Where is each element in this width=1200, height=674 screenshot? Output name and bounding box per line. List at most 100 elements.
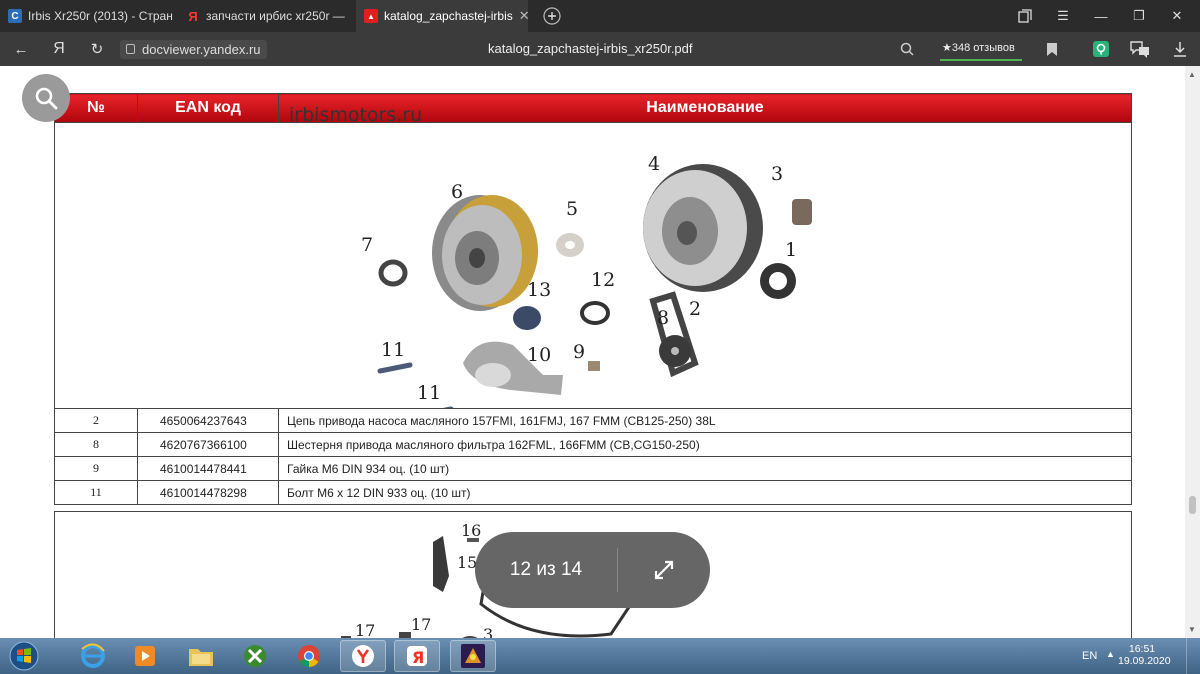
menu-button[interactable]: ☰: [1044, 0, 1082, 32]
taskbar-xbox-app[interactable]: [232, 640, 278, 672]
close-icon: ✕: [1171, 8, 1183, 23]
tab-label: запчасти ирбис xr250r —: [206, 9, 345, 23]
taskbar-chrome[interactable]: [286, 640, 332, 672]
shield-icon: [1093, 41, 1109, 57]
watermark-text: irbismotors.ru: [289, 104, 423, 126]
spacer-row: [54, 504, 1132, 512]
minimize-button[interactable]: —: [1082, 0, 1120, 32]
cell-name: Гайка М6 DIN 934 оц. (10 шт): [278, 456, 1132, 481]
internet-explorer-icon: [81, 643, 105, 668]
yandex-home-button[interactable]: Я: [46, 32, 72, 66]
bushing-part: [792, 199, 812, 225]
reviews-badge[interactable]: ★348 отзывов: [940, 39, 1022, 61]
clutch-parts-diagram: 4 3 6 5 1 7 12 13 2 8 11 10 9 11: [361, 153, 812, 408]
callout-7: 7: [361, 234, 373, 256]
language-indicator[interactable]: EN: [1082, 650, 1097, 662]
callout-2: 2: [689, 298, 701, 320]
callout-6: 6: [451, 181, 463, 203]
callout-9: 9: [573, 341, 585, 363]
fullscreen-button[interactable]: [618, 558, 710, 582]
protect-button[interactable]: [1090, 32, 1112, 66]
tab-irbis-page[interactable]: C Irbis Xr250r (2013) - Стран: [0, 0, 176, 32]
callout-3: 3: [771, 163, 783, 185]
minimize-icon: —: [1094, 8, 1108, 24]
callout-10: 10: [527, 344, 551, 366]
taskbar-explorer[interactable]: [178, 640, 224, 672]
diagram-row: 4 3 6 5 1 7 12 13 2 8 11 10 9 11: [54, 122, 1132, 409]
washer-part: [556, 233, 584, 257]
windows-start-icon: [9, 641, 39, 671]
tab-pdf-catalog[interactable]: ▲ katalog_zapchastej-irbis ✕: [356, 0, 528, 32]
url-domain: docviewer.yandex.ru: [142, 42, 261, 57]
tray-expand-icon[interactable]: ▲: [1106, 649, 1115, 659]
table-header-row: № EAN код Наименование: [54, 93, 1132, 123]
page-search-button[interactable]: [896, 32, 918, 66]
taskbar-yandex[interactable]: Я: [394, 640, 440, 672]
new-tab-button[interactable]: [533, 0, 571, 32]
cell-num: 9: [54, 456, 138, 481]
taskbar-ie[interactable]: [70, 640, 116, 672]
callout-5: 5: [566, 198, 578, 220]
scrollbar-thumb[interactable]: [1189, 496, 1196, 514]
cell-ean: 4650064237643: [137, 408, 279, 433]
yandex-icon: Я: [407, 646, 427, 667]
clock-time: 16:51: [1128, 643, 1156, 655]
diagram-cell: 4 3 6 5 1 7 12 13 2 8 11 10 9 11: [54, 122, 1132, 409]
close-window-button[interactable]: ✕: [1158, 0, 1196, 32]
scroll-up-icon[interactable]: ▲: [1188, 70, 1196, 79]
spacer-cell: [54, 504, 1132, 512]
reload-button[interactable]: ↻: [84, 32, 110, 66]
close-tab-icon[interactable]: ✕: [519, 8, 528, 24]
download-icon: [1174, 42, 1186, 57]
media-player-icon: [135, 646, 155, 666]
clutch-assembly-part: [432, 195, 538, 311]
table-row: 9 4610014478441 Гайка М6 DIN 934 оц. (10…: [54, 456, 1132, 481]
folder-icon: [189, 649, 213, 666]
scroll-down-icon[interactable]: ▼: [1188, 625, 1196, 634]
start-button[interactable]: [2, 640, 46, 672]
site-c-icon: C: [8, 9, 22, 23]
translate-button[interactable]: [1128, 32, 1152, 66]
drive-gear-part: [760, 263, 796, 299]
document-search-button[interactable]: [22, 74, 70, 122]
yandex-y-icon: Я: [53, 40, 65, 57]
cell-ean: 4610014478441: [137, 456, 279, 481]
search-icon: [35, 87, 58, 110]
bookmark-button[interactable]: [1042, 32, 1062, 66]
restore-button[interactable]: ❐: [1120, 0, 1158, 32]
show-desktop-button[interactable]: [1186, 638, 1200, 674]
lock-icon: [126, 44, 135, 54]
callout-12: 12: [591, 269, 615, 291]
callout-17b: 17: [411, 615, 431, 634]
url-field[interactable]: docviewer.yandex.ru: [120, 40, 267, 59]
callout-11b: 11: [417, 382, 441, 404]
clock[interactable]: 16:51 19.09.2020: [1118, 643, 1171, 667]
cover-boss: [475, 363, 511, 387]
tab-bar: C Irbis Xr250r (2013) - Стран Я запчасти…: [0, 0, 1200, 32]
expand-icon: [654, 560, 674, 580]
tab-label: Irbis Xr250r (2013) - Стран: [28, 9, 173, 23]
tab-yandex-search[interactable]: Я запчасти ирбис xr250r —: [178, 0, 354, 32]
chat-icon: [1130, 41, 1149, 58]
taskbar-yandex-browser[interactable]: [340, 640, 386, 672]
o-ring-part: [580, 301, 610, 325]
yandex-browser-icon: [352, 645, 374, 667]
cell-ean: 4610014478298: [137, 480, 279, 505]
restore-icon: ❐: [1133, 8, 1145, 23]
rating-bar: [940, 59, 1022, 61]
primary-gear-basket-part: [643, 164, 763, 292]
arrow-left-icon: ←: [13, 40, 29, 58]
game-icon: [461, 644, 485, 668]
tabs-overview-button[interactable]: [1006, 0, 1044, 32]
taskbar-media-player[interactable]: [122, 640, 168, 672]
search-icon: [900, 42, 914, 56]
vertical-scrollbar[interactable]: ▲ ▼: [1185, 66, 1200, 638]
header-ean: EAN код: [137, 93, 279, 123]
callout-4: 4: [648, 153, 660, 175]
reviews-label: ★348 отзывов: [942, 42, 1015, 54]
downloads-button[interactable]: [1168, 32, 1192, 66]
document-title: katalog_zapchastej-irbis_xr250r.pdf: [488, 41, 693, 56]
back-button[interactable]: ←: [8, 32, 34, 66]
taskbar-game[interactable]: [450, 640, 496, 672]
page-navigator[interactable]: 12 из 14: [475, 532, 710, 608]
